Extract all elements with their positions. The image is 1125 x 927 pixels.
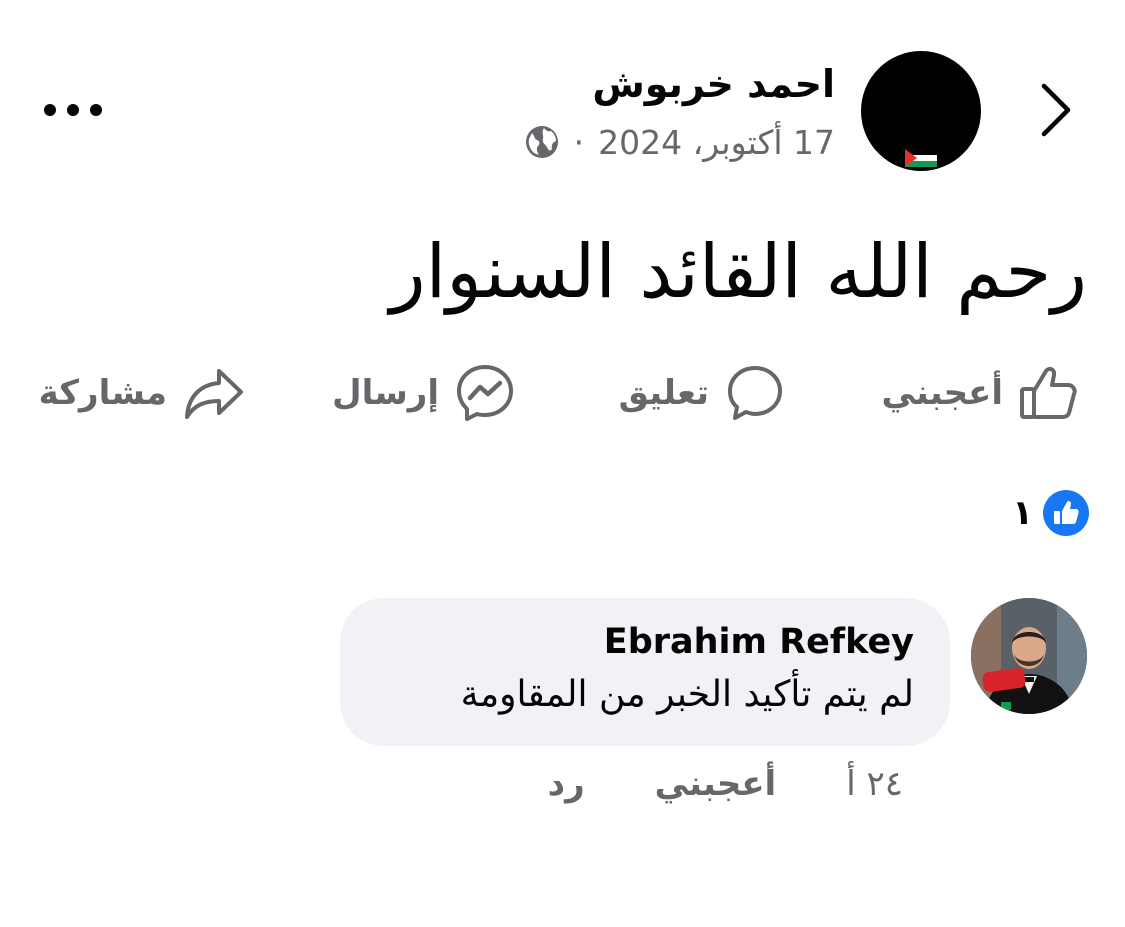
send-label: إرسال	[332, 373, 439, 413]
like-reaction-icon	[1043, 490, 1089, 536]
more-options-button[interactable]	[38, 88, 108, 132]
reaction-count: ١	[1012, 493, 1033, 533]
post-text: رحم الله القائد السنوار	[389, 229, 1087, 315]
comment-button[interactable]: تعليق	[619, 362, 785, 424]
like-button[interactable]: أعجبني	[881, 362, 1077, 424]
reactions-summary[interactable]: ١	[1012, 490, 1089, 536]
meta-separator: ·	[573, 122, 585, 162]
author-avatar[interactable]	[861, 51, 981, 171]
commenter-avatar[interactable]	[971, 598, 1087, 714]
comment-like-button[interactable]: أعجبني	[655, 764, 777, 804]
comment-bubble[interactable]: Ebrahim Refkey لم يتم تأكيد الخبر من الم…	[340, 598, 950, 746]
like-label: أعجبني	[881, 373, 1003, 413]
share-icon	[185, 369, 243, 419]
thumbs-up-icon	[1020, 366, 1077, 419]
comment-time: ٢٤ أ	[846, 764, 903, 804]
send-button[interactable]: إرسال	[332, 362, 515, 424]
chevron-right-icon	[1041, 83, 1071, 137]
commenter-photo	[971, 598, 1087, 714]
comment-text: لم يتم تأكيد الخبر من المقاومة	[460, 674, 914, 715]
messenger-icon	[457, 365, 513, 421]
palestine-flag-icon	[905, 149, 937, 167]
comment-reply-button[interactable]: رد	[548, 764, 585, 804]
comment-icon	[728, 366, 782, 420]
comment-label: تعليق	[618, 373, 709, 413]
post-date: 17 أكتوبر، 2024	[598, 122, 835, 162]
back-button[interactable]	[1022, 78, 1086, 142]
author-name[interactable]: احمد خربوش	[592, 62, 835, 106]
share-button[interactable]: مشاركة	[39, 362, 245, 424]
post-meta: 17 أكتوبر، 2024 ·	[524, 120, 835, 164]
globe-icon	[525, 126, 558, 158]
commenter-name[interactable]: Ebrahim Refkey	[604, 622, 914, 662]
share-label: مشاركة	[38, 373, 167, 413]
more-horizontal-icon	[44, 104, 102, 116]
comment-meta: ٢٤ أ أعجبني رد	[548, 764, 903, 804]
